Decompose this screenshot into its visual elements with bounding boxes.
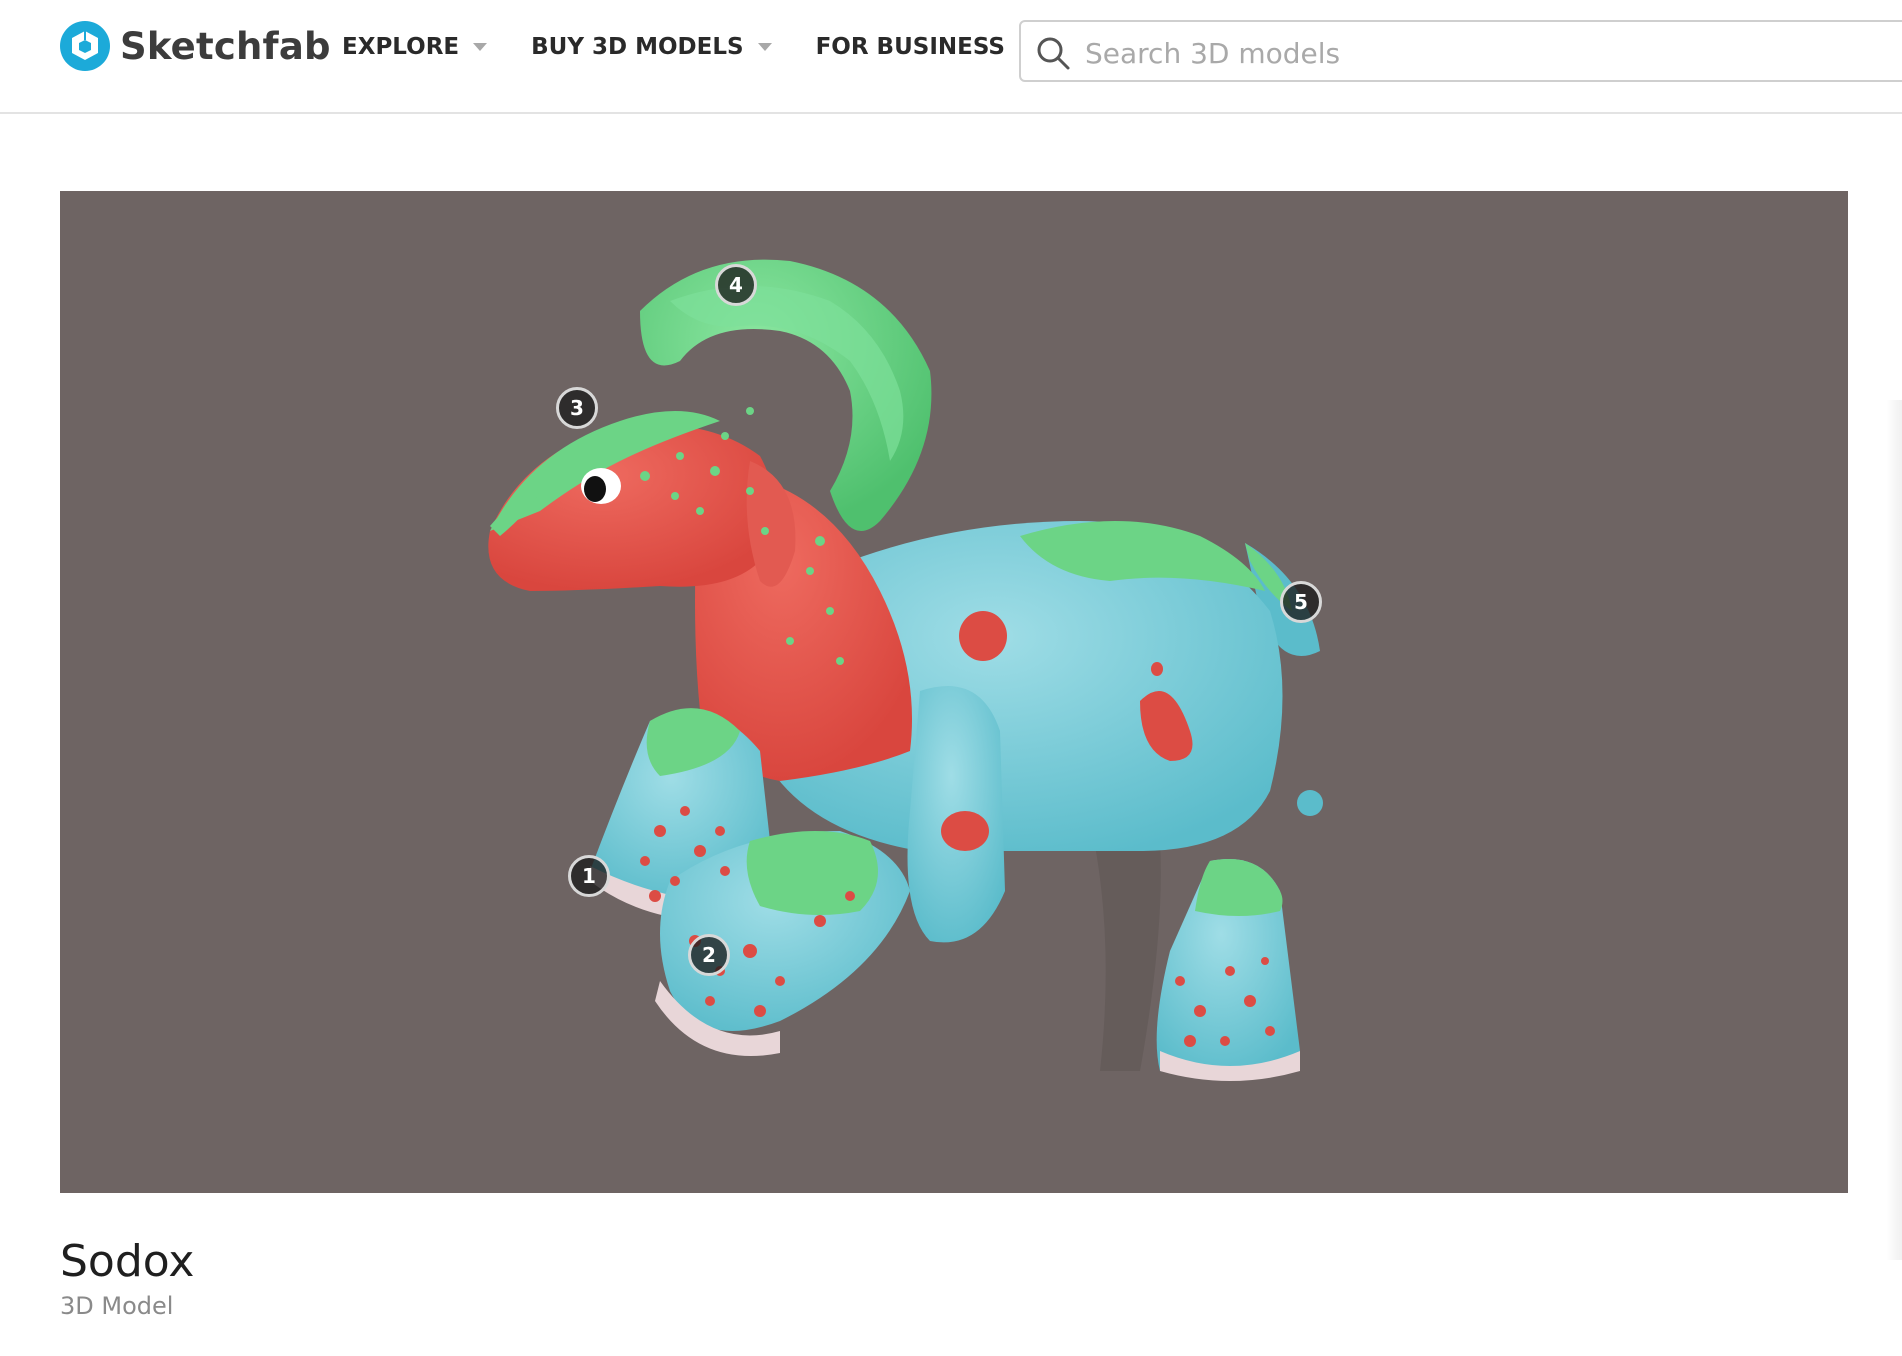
model-title: Sodox — [60, 1236, 195, 1287]
search-icon — [1037, 37, 1070, 70]
main-nav: EXPLORE BUY 3D MODELS FOR BUSINESS — [342, 34, 1077, 60]
nav-buy-3d-models[interactable]: BUY 3D MODELS — [531, 34, 772, 60]
annotation-hotspot-2[interactable]: 2 — [688, 934, 730, 976]
nav-explore-label: EXPLORE — [342, 34, 460, 60]
annotation-hotspot-4[interactable]: 4 — [715, 264, 757, 306]
nav-buy-label: BUY 3D MODELS — [531, 34, 744, 60]
search-input[interactable] — [1083, 30, 1887, 76]
right-panel-edge — [1886, 400, 1902, 1260]
annotation-hotspot-3[interactable]: 3 — [556, 387, 598, 429]
annotation-hotspot-1[interactable]: 1 — [568, 855, 610, 897]
nav-business-label: FOR BUSINESS — [815, 34, 1005, 60]
search-box[interactable] — [1019, 20, 1902, 82]
annotation-hotspot-5[interactable]: 5 — [1280, 581, 1322, 623]
top-header: Sketchfab EXPLORE BUY 3D MODELS FOR BUSI… — [0, 0, 1902, 114]
chevron-down-icon — [473, 43, 488, 51]
model-subtitle: 3D Model — [60, 1292, 174, 1320]
nav-explore[interactable]: EXPLORE — [342, 34, 488, 60]
sketchfab-logo[interactable]: Sketchfab — [60, 20, 331, 72]
chevron-down-icon — [757, 43, 772, 51]
brand-name: Sketchfab — [120, 24, 331, 68]
sketchfab-cube-icon — [60, 21, 110, 71]
sodox-3d-model-render — [488, 259, 1323, 1081]
nav-for-business[interactable]: FOR BUSINESS — [816, 34, 1033, 60]
model-viewer-canvas[interactable]: 1 2 3 4 5 — [60, 191, 1848, 1193]
